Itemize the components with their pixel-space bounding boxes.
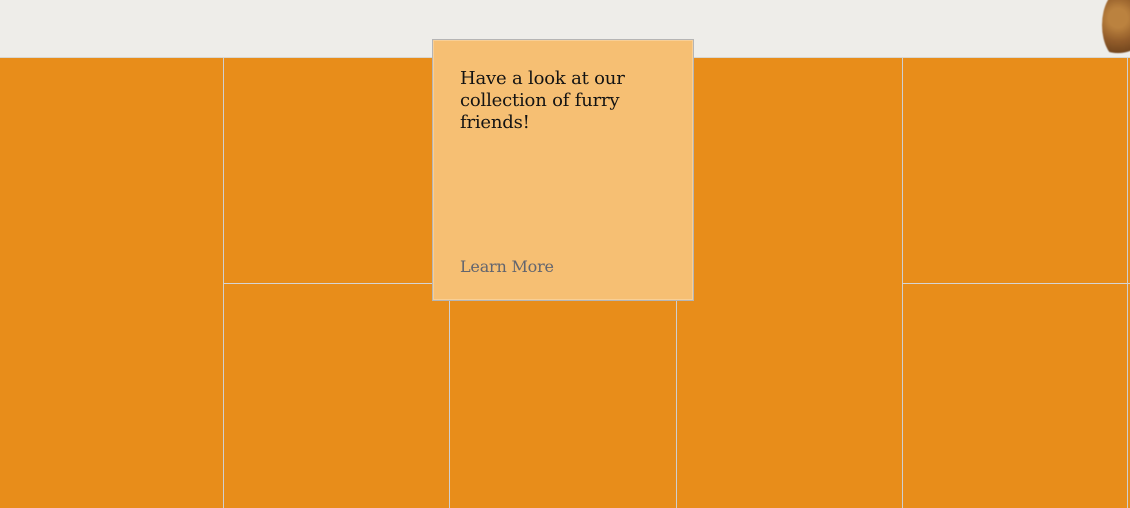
orange-tile-upper-right — [902, 58, 1130, 283]
orange-tile-lower-left-center — [223, 283, 450, 508]
orange-tile-center-right — [676, 58, 902, 508]
orange-tile-center-lower — [449, 283, 676, 508]
orange-tile-left — [0, 58, 223, 508]
card-heading: Have a look at our collection of furry f… — [460, 68, 625, 133]
right-edge-divider — [1127, 58, 1128, 508]
orange-tile-upper-left-center — [223, 58, 450, 283]
collection-page: Have a look at our collection of furry f… — [0, 0, 1130, 508]
furry-friends-card: Have a look at our collection of furry f… — [432, 39, 694, 301]
orange-tile-lower-right — [902, 283, 1130, 508]
learn-more-link[interactable]: Learn More — [460, 257, 554, 277]
